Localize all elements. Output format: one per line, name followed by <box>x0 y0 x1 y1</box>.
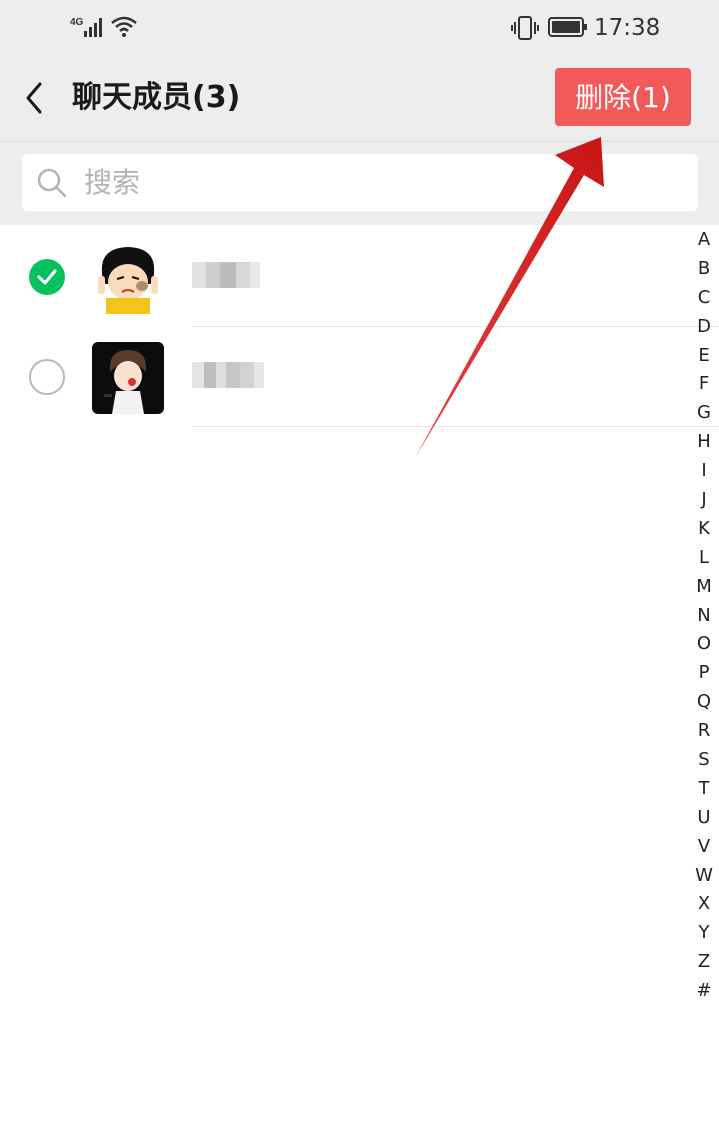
index-letter-x[interactable]: X <box>693 890 715 919</box>
index-letter-hash[interactable]: # <box>693 977 715 1006</box>
wifi-icon <box>111 16 137 37</box>
page-title: 聊天成员(3) <box>72 80 241 115</box>
index-letter-g[interactable]: G <box>693 399 715 428</box>
index-letter-h[interactable]: H <box>693 428 715 457</box>
index-letter-b[interactable]: B <box>693 255 715 284</box>
chevron-left-icon[interactable] <box>20 80 50 116</box>
index-letter-c[interactable]: C <box>693 284 715 313</box>
search-bar[interactable] <box>22 154 698 211</box>
member-row[interactable] <box>0 326 719 427</box>
cartoon-girl-avatar <box>92 242 164 314</box>
search-input[interactable] <box>84 154 684 211</box>
network-label: 4G <box>70 17 84 28</box>
member-name-blurred <box>192 362 272 392</box>
signal-icon: 4G <box>70 17 102 37</box>
member-row[interactable] <box>0 226 719 327</box>
index-letter-v[interactable]: V <box>693 833 715 862</box>
index-letter-i[interactable]: I <box>693 457 715 486</box>
vibrate-icon <box>511 16 539 40</box>
index-letter-u[interactable]: U <box>693 804 715 833</box>
index-letter-e[interactable]: E <box>693 342 715 371</box>
status-bar: 4G 17:38 <box>0 0 719 56</box>
row-divider <box>192 426 719 427</box>
index-letter-z[interactable]: Z <box>693 948 715 977</box>
battery-icon <box>548 17 587 37</box>
checkbox-checked[interactable] <box>29 259 65 295</box>
index-letter-p[interactable]: P <box>693 659 715 688</box>
search-section <box>0 142 719 225</box>
index-letter-s[interactable]: S <box>693 746 715 775</box>
clock: 17:38 <box>594 15 661 41</box>
index-letter-w[interactable]: W <box>693 862 715 891</box>
index-letter-d[interactable]: D <box>693 313 715 342</box>
alphabet-index[interactable]: A B C D E F G H I J K L M N O P Q R S T U V W X Y Z # <box>693 226 715 1006</box>
index-letter-t[interactable]: T <box>693 775 715 804</box>
member-name-blurred <box>192 262 272 292</box>
index-letter-q[interactable]: Q <box>693 688 715 717</box>
index-letter-k[interactable]: K <box>693 515 715 544</box>
index-letter-m[interactable]: M <box>693 573 715 602</box>
index-letter-r[interactable]: R <box>693 717 715 746</box>
index-letter-j[interactable]: J <box>693 486 715 515</box>
top-bar: 聊天成员(3) 删除(1) <box>0 56 719 142</box>
checkmark-icon <box>37 269 57 285</box>
index-letter-f[interactable]: F <box>693 370 715 399</box>
index-letter-o[interactable]: O <box>693 630 715 659</box>
delete-button[interactable]: 删除(1) <box>555 68 691 126</box>
search-icon <box>37 168 67 198</box>
cartoon-boy-avatar <box>92 342 164 414</box>
index-letter-l[interactable]: L <box>693 544 715 573</box>
index-letter-n[interactable]: N <box>693 602 715 631</box>
checkbox-unchecked[interactable] <box>29 359 65 395</box>
index-letter-a[interactable]: A <box>693 226 715 255</box>
index-letter-y[interactable]: Y <box>693 919 715 948</box>
